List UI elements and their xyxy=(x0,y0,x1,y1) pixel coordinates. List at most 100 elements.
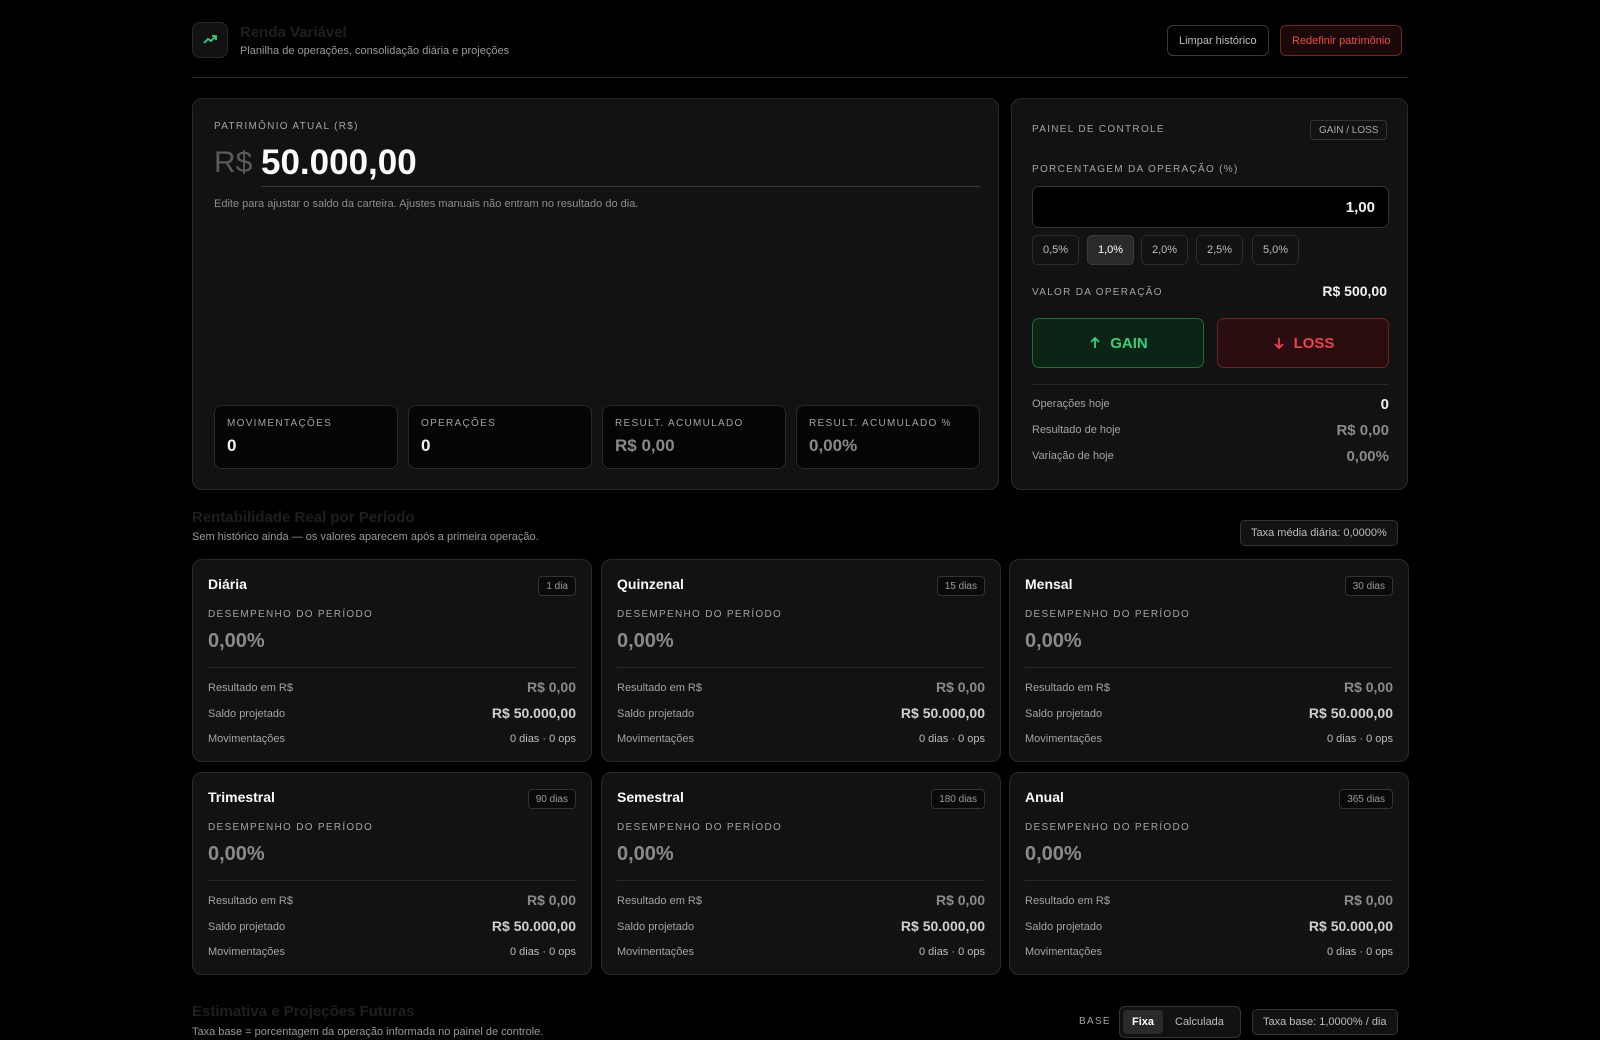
operation-percent-input[interactable] xyxy=(1032,186,1389,228)
kv-value: R$ 0,00 xyxy=(1336,422,1389,439)
period-days-badge: 180 dias xyxy=(931,789,985,809)
row-value: 0 dias · 0 ops xyxy=(918,733,985,745)
stat-label: RESULT. ACUMULADO xyxy=(615,418,744,429)
kv-value: 0 xyxy=(1380,396,1389,413)
app-header: Renda Variável Planilha de operações, co… xyxy=(192,22,1408,78)
period-card: Trimestral 90 dias DESEMPENHO DO PERÍODO 0,… xyxy=(192,772,592,975)
preset-chip-1-0[interactable]: 1,0% xyxy=(1087,235,1135,265)
periods-subtitle: Sem histórico ainda — os valores aparece… xyxy=(192,531,539,543)
row-value: R$ 0,00 xyxy=(935,892,985,908)
row-label: Saldo projetado xyxy=(617,708,695,720)
stat-accumulated-result: RESULT. ACUMULADO R$ 0,00 xyxy=(602,405,786,469)
period-card: Quinzenal 15 dias DESEMPENHO DO PERÍODO 0,0… xyxy=(601,559,1001,762)
period-perf-label: DESEMPENHO DO PERÍODO xyxy=(208,609,374,620)
row-value: R$ 0,00 xyxy=(526,679,576,695)
period-perf-label: DESEMPENHO DO PERÍODO xyxy=(617,609,783,620)
clear-history-button[interactable]: Limpar histórico xyxy=(1167,25,1269,56)
base-fixed-option[interactable]: Fixa xyxy=(1123,1010,1164,1034)
kv-label: Operações hoje xyxy=(1032,398,1110,410)
period-perf-value: 0,00% xyxy=(617,843,674,865)
currency-symbol: R$ xyxy=(214,146,253,179)
row-label: Saldo projetado xyxy=(617,921,695,933)
stat-value: 0 xyxy=(421,436,431,455)
kv-label: Resultado de hoje xyxy=(1032,424,1121,436)
row-label: Resultado em R$ xyxy=(1025,895,1110,907)
row-label: Movimentações xyxy=(617,946,695,958)
base-rate-pill: Taxa base: 1,0000% / dia xyxy=(1252,1009,1398,1035)
row-value: R$ 50.000,00 xyxy=(491,705,576,721)
operation-percent-label: PORCENTAGEM DA OPERAÇÃO (%) xyxy=(1032,164,1239,175)
stat-label: OPERAÇÕES xyxy=(421,418,497,429)
divider xyxy=(1025,880,1393,881)
balance-input[interactable]: 50.000,00 xyxy=(261,143,980,187)
loss-button[interactable]: LOSS xyxy=(1217,318,1389,368)
row-value: 0 dias · 0 ops xyxy=(1326,733,1393,745)
row-label: Movimentações xyxy=(617,733,695,745)
preset-chip-2-0[interactable]: 2,0% xyxy=(1141,235,1189,265)
row-label: Saldo projetado xyxy=(208,708,286,720)
trending-up-icon xyxy=(192,22,228,58)
divider xyxy=(208,667,576,668)
control-panel-title: PAINEL DE CONTROLE xyxy=(1032,124,1165,135)
row-label: Movimentações xyxy=(208,733,286,745)
reset-balance-button[interactable]: Redefinir patrimônio xyxy=(1280,25,1403,56)
period-perf-label: DESEMPENHO DO PERÍODO xyxy=(1025,822,1191,833)
loss-label: LOSS xyxy=(1293,334,1335,352)
balance-label: PATRIMÔNIO ATUAL (R$) xyxy=(214,121,359,132)
gain-loss-badge: GAIN / LOSS xyxy=(1310,120,1388,140)
row-label: Resultado em R$ xyxy=(1025,682,1110,694)
row-value: R$ 50.000,00 xyxy=(900,918,985,934)
projection-title: Estimativa e Projeções Futuras xyxy=(192,1003,415,1020)
row-value: 0 dias · 0 ops xyxy=(1326,946,1393,958)
period-perf-label: DESEMPENHO DO PERÍODO xyxy=(208,822,374,833)
divider xyxy=(208,880,576,881)
period-name: Mensal xyxy=(1025,576,1073,592)
stat-label: MOVIMENTAÇÕES xyxy=(227,418,333,429)
period-card: Anual 365 dias DESEMPENHO DO PERÍODO 0,00% R… xyxy=(1009,772,1409,975)
row-label: Movimentações xyxy=(208,946,286,958)
gain-label: GAIN xyxy=(1110,334,1148,352)
row-value: R$ 0,00 xyxy=(526,892,576,908)
arrow-down-icon xyxy=(1273,338,1284,350)
stat-accumulated-percent: RESULT. ACUMULADO % 0,00% xyxy=(796,405,980,469)
periods-title: Rentabilidade Real por Período xyxy=(192,509,415,526)
gain-button[interactable]: GAIN xyxy=(1032,318,1204,368)
stat-value: 0,00% xyxy=(809,436,858,455)
period-days-badge: 90 dias xyxy=(527,789,576,809)
base-calculated-option[interactable]: Calculada xyxy=(1166,1010,1233,1034)
stat-operations: OPERAÇÕES 0 xyxy=(408,405,592,469)
base-toggle: Fixa Calculada xyxy=(1119,1006,1241,1038)
period-perf-value: 0,00% xyxy=(208,630,265,652)
row-label: Resultado em R$ xyxy=(208,682,293,694)
period-perf-value: 0,00% xyxy=(208,843,265,865)
app-subtitle: Planilha de operações, consolidação diár… xyxy=(240,45,510,57)
row-value: R$ 0,00 xyxy=(1343,892,1393,908)
row-value: 0 dias · 0 ops xyxy=(509,946,576,958)
period-days-badge: 365 dias xyxy=(1339,789,1393,809)
projection-subtitle: Taxa base = porcentagem da operação info… xyxy=(192,1026,544,1038)
balance-row: R$ 50.000,00 xyxy=(214,143,980,187)
divider xyxy=(617,880,985,881)
period-card: Mensal 30 dias DESEMPENHO DO PERÍODO 0,00% R… xyxy=(1009,559,1409,762)
operation-value: R$ 500,00 xyxy=(1322,283,1387,299)
balance-panel: PATRIMÔNIO ATUAL (R$) R$ 50.000,00 Edite… xyxy=(192,98,999,490)
row-label: Resultado em R$ xyxy=(617,895,702,907)
preset-chip-0-5[interactable]: 0,5% xyxy=(1032,235,1080,265)
period-name: Semestral xyxy=(617,789,684,805)
average-rate-pill: Taxa média diária: 0,0000% xyxy=(1240,520,1398,546)
row-value: 0 dias · 0 ops xyxy=(509,733,576,745)
row-label: Movimentações xyxy=(1025,733,1103,745)
period-name: Trimestral xyxy=(208,789,275,805)
row-label: Resultado em R$ xyxy=(617,682,702,694)
period-perf-label: DESEMPENHO DO PERÍODO xyxy=(617,822,783,833)
row-value: R$ 0,00 xyxy=(935,679,985,695)
divider xyxy=(617,667,985,668)
row-label: Saldo projetado xyxy=(1025,921,1103,933)
period-perf-value: 0,00% xyxy=(1025,630,1082,652)
row-label: Saldo projetado xyxy=(1025,708,1103,720)
kv-label: Variação de hoje xyxy=(1032,450,1114,462)
preset-chip-2-5[interactable]: 2,5% xyxy=(1196,235,1244,265)
period-name: Diária xyxy=(208,576,247,592)
preset-chip-5-0[interactable]: 5,0% xyxy=(1252,235,1300,265)
period-card: Semestral 180 dias DESEMPENHO DO PERÍODO 0,… xyxy=(601,772,1001,975)
